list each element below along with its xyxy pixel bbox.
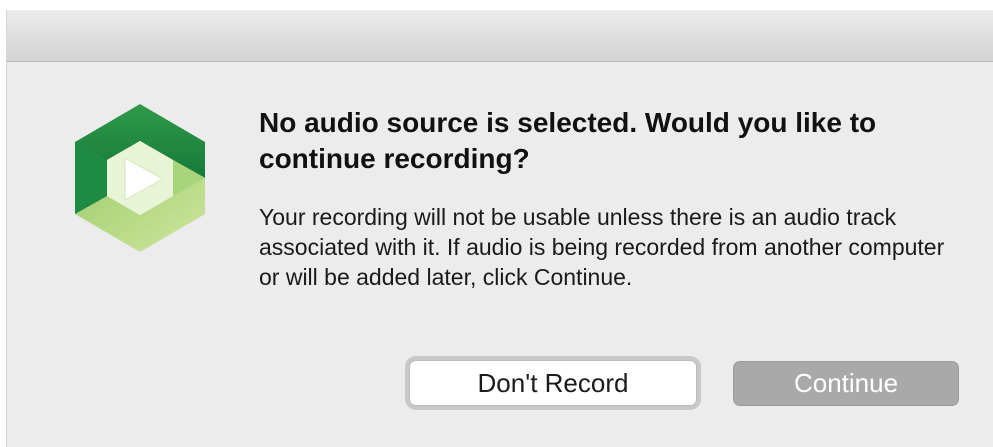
alert-dialog: No audio source is selected. Would you l… bbox=[6, 10, 993, 447]
dont-record-button[interactable]: Don't Record bbox=[409, 360, 697, 406]
dialog-heading: No audio source is selected. Would you l… bbox=[259, 107, 877, 174]
dialog-message: Your recording will not be usable unless… bbox=[259, 204, 945, 290]
panopto-app-icon bbox=[69, 98, 211, 258]
continue-button[interactable]: Continue bbox=[733, 361, 959, 406]
title-bar[interactable] bbox=[7, 10, 993, 62]
